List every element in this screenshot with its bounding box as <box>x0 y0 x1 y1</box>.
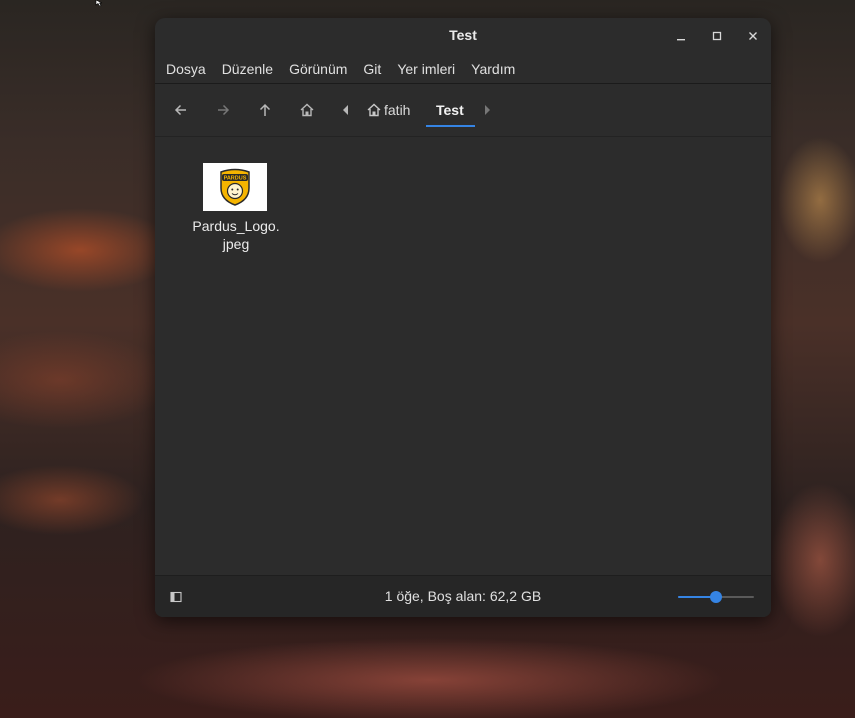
close-button[interactable] <box>744 27 762 45</box>
up-button[interactable] <box>254 99 276 121</box>
arrow-up-icon <box>259 103 271 116</box>
mouse-cursor-icon <box>95 0 103 6</box>
svg-text:PARDUS: PARDUS <box>224 176 247 182</box>
menu-dosya[interactable]: Dosya <box>158 54 214 84</box>
zoom-slider[interactable] <box>678 588 756 606</box>
minimize-icon <box>677 39 685 41</box>
menu-yer-imleri[interactable]: Yer imleri <box>389 54 463 84</box>
breadcrumb-current[interactable]: Test <box>436 100 464 120</box>
toolbar: fatih Test <box>155 84 771 136</box>
home-folder-icon <box>367 103 381 117</box>
menu-yardim[interactable]: Yardım <box>463 54 523 84</box>
back-button[interactable] <box>170 99 192 121</box>
breadcrumb-scroll-right-button[interactable] <box>476 99 498 121</box>
breadcrumb-label-home: fatih <box>384 102 411 118</box>
close-icon <box>749 32 757 40</box>
maximize-icon <box>712 31 722 41</box>
desktop-background: Test Dosya Düzenle Görünüm Git Yer imler… <box>0 0 855 718</box>
menu-git[interactable]: Git <box>355 54 389 84</box>
minimize-button[interactable] <box>672 27 690 45</box>
arrow-left-icon <box>174 104 186 116</box>
menu-gorunum[interactable]: Görünüm <box>281 54 355 84</box>
file-manager-window: Test Dosya Düzenle Görünüm Git Yer imler… <box>155 18 771 617</box>
file-name: Pardus_Logo. jpeg <box>192 218 280 252</box>
arrow-right-icon <box>218 104 230 116</box>
maximize-button[interactable] <box>708 27 726 45</box>
menubar: Dosya Düzenle Görünüm Git Yer imleri Yar… <box>155 54 771 84</box>
breadcrumb-scroll-left-button[interactable] <box>335 99 357 121</box>
file-item[interactable]: PARDUS Pardus_Logo. jpeg <box>181 161 291 261</box>
breadcrumb-home[interactable]: fatih <box>366 98 422 122</box>
breadcrumb-active-indicator <box>426 125 475 127</box>
titlebar[interactable]: Test <box>155 18 771 54</box>
statusbar: 1 öğe, Boş alan: 62,2 GB <box>155 575 771 617</box>
pardus-logo-image: PARDUS <box>220 168 250 206</box>
menu-duzenle[interactable]: Düzenle <box>214 54 281 84</box>
forward-button[interactable] <box>212 99 234 121</box>
zoom-slider-handle[interactable] <box>710 591 722 603</box>
file-thumbnail: PARDUS <box>203 163 267 211</box>
caret-right-icon <box>485 105 490 115</box>
caret-left-icon <box>343 105 348 115</box>
file-view[interactable]: PARDUS Pardus_Logo. jpeg <box>155 137 771 575</box>
home-button[interactable] <box>296 99 318 121</box>
home-icon <box>300 103 314 117</box>
